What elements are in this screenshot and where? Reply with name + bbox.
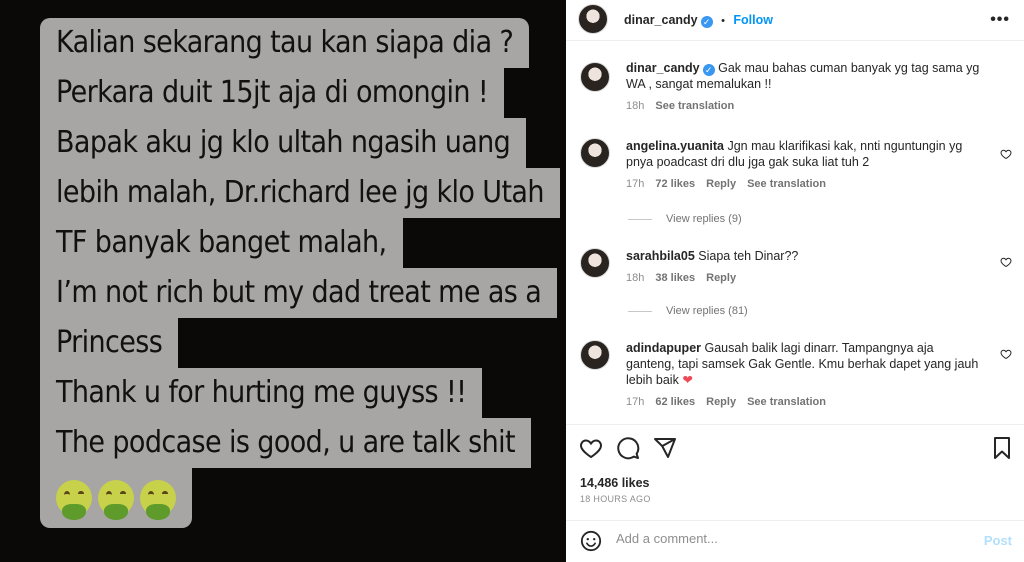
share-send-icon[interactable]	[653, 436, 677, 460]
comment-time[interactable]: 17h	[626, 396, 644, 408]
reply-button[interactable]: Reply	[706, 396, 736, 408]
comment-username[interactable]: sarahbila05	[626, 249, 695, 263]
view-replies-button[interactable]: View replies (81)	[628, 305, 748, 317]
view-replies-button[interactable]: View replies (9)	[628, 213, 742, 225]
verified-badge-icon: ✓	[702, 64, 715, 76]
post-comment-button[interactable]: Post	[984, 533, 1012, 548]
post-media[interactable]: Kalian sekarang tau kan siapa dia ? Perk…	[0, 0, 566, 562]
like-heart-icon[interactable]	[579, 436, 603, 460]
reply-button[interactable]: Reply	[706, 178, 736, 190]
story-line: TF banyak banget malah,	[40, 218, 403, 268]
story-line: Perkara duit 15jt aja di omongin !	[40, 68, 505, 118]
more-options-icon[interactable]: •••	[990, 11, 1010, 29]
story-line: Kalian sekarang tau kan siapa dia ?	[40, 18, 530, 68]
see-translation-link[interactable]: See translation	[655, 100, 734, 112]
like-comment-heart-icon[interactable]	[1000, 148, 1012, 160]
story-text-block: Kalian sekarang tau kan siapa dia ? Perk…	[40, 18, 560, 528]
nauseated-face-icon	[140, 480, 176, 520]
add-comment-bar: Post	[566, 520, 1024, 562]
comment-bubble-icon[interactable]	[616, 436, 640, 460]
comment-likes[interactable]: 72 likes	[655, 178, 695, 190]
like-comment-heart-icon[interactable]	[1000, 256, 1012, 268]
action-bar	[566, 436, 1024, 464]
comment-time[interactable]: 18h	[626, 272, 644, 284]
avatar[interactable]	[580, 248, 610, 278]
story-line: Bapak aku jg klo ultah ngasih uang	[40, 118, 527, 168]
story-line: lebih malah, Dr.richard lee jg klo Utah	[40, 168, 560, 218]
story-line: Princess	[40, 318, 179, 368]
comment-likes[interactable]: 38 likes	[655, 272, 695, 284]
see-translation-link[interactable]: See translation	[747, 396, 826, 408]
reply-button[interactable]: Reply	[706, 272, 736, 284]
verified-badge-icon: ✓	[700, 16, 713, 28]
caption-time[interactable]: 18h	[626, 100, 644, 112]
avatar[interactable]	[580, 340, 610, 370]
separator-dot: •	[721, 15, 725, 27]
story-line: Thank u for hurting me guyss !!	[40, 368, 483, 418]
comment-text: Siapa teh Dinar??	[698, 249, 799, 263]
comment-time[interactable]: 17h	[626, 178, 644, 190]
follow-button[interactable]: Follow	[733, 13, 773, 27]
comment-username[interactable]: adindapuper	[626, 341, 701, 355]
red-heart-icon: ❤	[682, 373, 693, 387]
story-line: The podcase is good, u are talk shit	[40, 418, 532, 468]
header-username[interactable]: dinar_candy	[624, 13, 698, 27]
caption-username[interactable]: dinar_candy	[626, 61, 700, 75]
story-line: I’m not rich but my dad treat me as a	[40, 268, 558, 318]
see-translation-link[interactable]: See translation	[747, 178, 826, 190]
save-bookmark-icon[interactable]	[990, 436, 1014, 460]
post-header: dinar_candy ✓ • Follow •••	[566, 0, 1024, 38]
like-count[interactable]: 14,486 likes	[580, 476, 650, 490]
like-comment-heart-icon[interactable]	[1000, 348, 1012, 360]
avatar[interactable]	[580, 138, 610, 168]
comment-likes[interactable]: 62 likes	[655, 396, 695, 408]
comment-username[interactable]: angelina.yuanita	[626, 139, 724, 153]
avatar[interactable]	[580, 62, 610, 92]
emoji-picker-icon[interactable]	[580, 530, 602, 552]
avatar[interactable]	[578, 4, 608, 34]
post-side-panel: dinar_candy ✓ • Follow ••• dinar_candy ✓ G…	[566, 0, 1024, 562]
post-timestamp[interactable]: 18 HOURS AGO	[580, 494, 651, 504]
emoji-line	[40, 468, 192, 528]
comment-input[interactable]	[616, 531, 956, 546]
nauseated-face-icon	[98, 480, 134, 520]
nauseated-face-icon	[56, 480, 92, 520]
